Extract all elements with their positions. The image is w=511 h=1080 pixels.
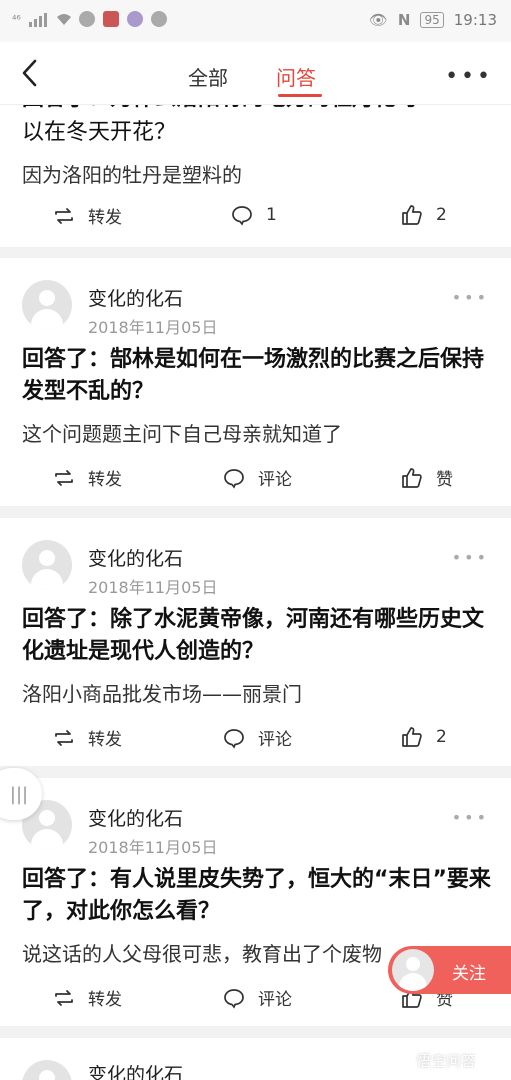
eye-icon: 👁 bbox=[368, 11, 388, 29]
avatar bbox=[392, 949, 434, 991]
like-icon bbox=[402, 205, 422, 225]
avatar[interactable] bbox=[22, 280, 72, 330]
active-tab-indicator bbox=[278, 94, 322, 97]
comment-button[interactable]: 评论 bbox=[222, 725, 292, 750]
watermark-text: 悟空问答 bbox=[416, 1052, 477, 1070]
status-bar: ⁴⁶ 👁 N 95 19:13 bbox=[0, 0, 511, 42]
answer-text: 因为洛阳的牡丹是塑料的 bbox=[22, 163, 242, 187]
like-label: 赞 bbox=[436, 470, 453, 490]
nfc-icon: N bbox=[397, 11, 411, 29]
comment-count: 1 bbox=[266, 205, 277, 225]
question-title[interactable]: 回答了：郜林是如何在一场激烈的比赛之后保持发型不乱的？ bbox=[22, 344, 492, 408]
news-icon bbox=[102, 11, 119, 27]
repost-label: 转发 bbox=[88, 470, 122, 490]
like-icon bbox=[402, 467, 422, 488]
answer-card[interactable]: 变化的化石 2018年11月05日 ••• 回答了：除了水泥黄帝像，河南还有哪些… bbox=[0, 518, 511, 766]
more-icon[interactable]: ••• bbox=[445, 64, 493, 89]
like-count: 2 bbox=[436, 727, 447, 747]
username[interactable]: 变化的化石 bbox=[88, 804, 183, 831]
tab-all[interactable]: 全部 bbox=[188, 62, 228, 91]
answer-text[interactable]: 这个问题题主问下自己母亲就知道了 bbox=[22, 418, 492, 447]
repost-button[interactable]: 转发 bbox=[52, 985, 122, 1010]
repost-icon bbox=[55, 989, 73, 1006]
top-nav: 全部 问答 ••• bbox=[0, 42, 511, 105]
question-title[interactable]: 回答了：有人说里皮失势了，恒大的“末日”要来了，对此你怎么看？ bbox=[22, 864, 492, 928]
comment-label: 评论 bbox=[258, 730, 292, 750]
watermark-logo-icon bbox=[396, 1052, 412, 1069]
battery-icon: 95 bbox=[420, 12, 444, 28]
comment-label: 评论 bbox=[258, 990, 292, 1010]
tab-qa[interactable]: 问答 bbox=[276, 62, 316, 91]
repost-label: 转发 bbox=[88, 730, 122, 750]
username[interactable]: 变化的化石 bbox=[88, 544, 183, 571]
repost-label: 转发 bbox=[88, 208, 122, 228]
repost-label: 转发 bbox=[88, 990, 122, 1010]
back-arrow-icon[interactable] bbox=[16, 58, 46, 88]
like-count: 2 bbox=[436, 205, 447, 225]
username[interactable]: 变化的化石 bbox=[88, 284, 183, 311]
repost-icon bbox=[55, 469, 73, 486]
like-button[interactable]: 2 bbox=[400, 725, 447, 749]
repost-icon bbox=[55, 207, 73, 224]
comment-button[interactable]: 评论 bbox=[222, 465, 292, 490]
comment-icon bbox=[224, 988, 244, 1009]
post-date: 2018年11月05日 bbox=[88, 838, 218, 857]
answer-card[interactable]: 回答了：为什么洛阳有的地方的牡丹花可 以在冬天开花？ 因为洛阳的牡丹是塑料的 转… bbox=[0, 105, 511, 247]
like-button[interactable]: 赞 bbox=[400, 465, 453, 490]
like-icon bbox=[402, 727, 422, 747]
post-date: 2018年11月05日 bbox=[88, 318, 218, 337]
status-left: ⁴⁶ bbox=[12, 11, 167, 27]
comment-button[interactable]: 评论 bbox=[222, 985, 292, 1010]
card-more-icon[interactable]: ••• bbox=[452, 288, 489, 307]
question-title-partial: 回答了：为什么洛阳有的地方的牡丹花可 bbox=[22, 105, 492, 115]
comment-label: 评论 bbox=[258, 470, 292, 490]
signal-icon bbox=[28, 11, 47, 27]
username[interactable]: 变化的化石 bbox=[88, 1060, 183, 1080]
follow-label: 关注 bbox=[452, 964, 486, 984]
repost-button[interactable]: 转发 bbox=[52, 203, 122, 228]
like-button[interactable]: 2 bbox=[400, 203, 447, 227]
clock: 19:13 bbox=[453, 11, 497, 29]
answer-card[interactable]: 变化的化石 2018年11月05日 ••• 回答了：郜林是如何在一场激烈的比赛之… bbox=[0, 258, 511, 506]
status-right: 👁 N 95 19:13 bbox=[369, 11, 497, 29]
browser-icon bbox=[126, 11, 143, 27]
question-title: 以在冬天开花？ bbox=[22, 120, 177, 145]
carrier-label: ⁴⁶ bbox=[12, 12, 21, 26]
handle-lines-icon: ||| bbox=[9, 783, 29, 805]
wechat-icon bbox=[78, 11, 95, 27]
avatar[interactable] bbox=[22, 540, 72, 590]
repost-icon bbox=[55, 729, 73, 746]
avatar[interactable] bbox=[22, 1060, 72, 1080]
comment-icon bbox=[224, 728, 244, 749]
repost-button[interactable]: 转发 bbox=[52, 465, 122, 490]
question-title[interactable]: 回答了：除了水泥黄帝像，河南还有哪些历史文化遗址是现代人创造的？ bbox=[22, 604, 492, 668]
comment-icon bbox=[224, 468, 244, 489]
repost-button[interactable]: 转发 bbox=[52, 725, 122, 750]
follow-button[interactable]: 关注 bbox=[388, 946, 511, 994]
card-more-icon[interactable]: ••• bbox=[452, 808, 489, 827]
watermark: 悟空问答 bbox=[396, 1050, 476, 1071]
card-more-icon[interactable]: ••• bbox=[452, 548, 489, 567]
answer-text[interactable]: 洛阳小商品批发市场——丽景门 bbox=[22, 678, 492, 707]
post-date: 2018年11月05日 bbox=[88, 578, 218, 597]
comment-icon bbox=[232, 206, 252, 226]
comment-button[interactable]: 1 bbox=[230, 203, 277, 227]
message-icon bbox=[150, 11, 167, 27]
wifi-icon bbox=[55, 11, 71, 27]
